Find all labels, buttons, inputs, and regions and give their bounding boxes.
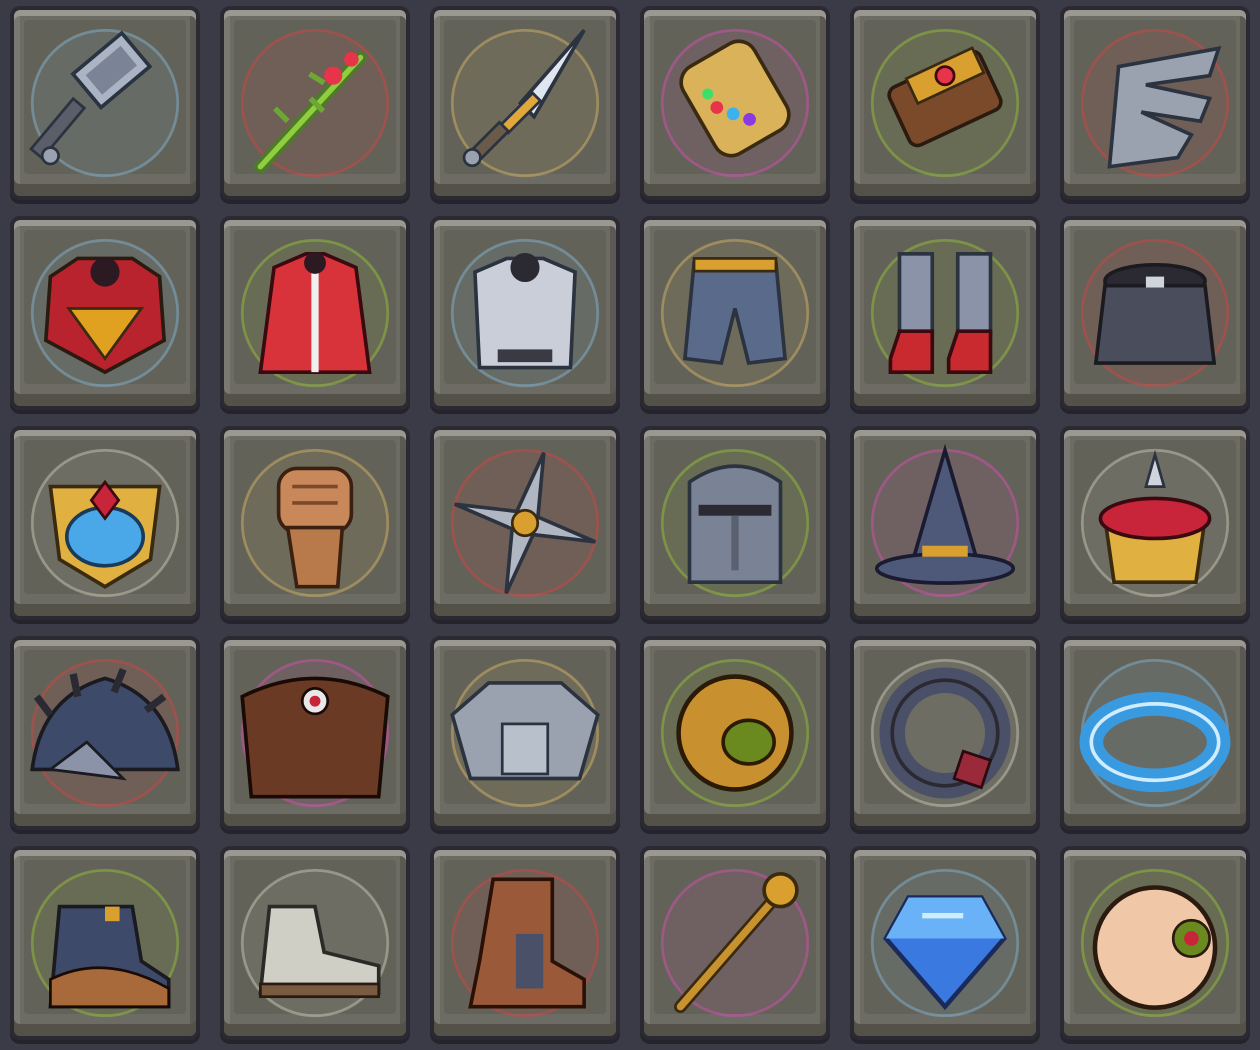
- inventory-slot[interactable]: [640, 216, 830, 410]
- inventory-slot[interactable]: [640, 846, 830, 1040]
- fist-icon: [224, 430, 406, 616]
- hero-chest-armor-icon: [14, 220, 196, 406]
- inventory-slot[interactable]: [220, 846, 410, 1040]
- golden-rune-ring-icon: [644, 640, 826, 826]
- inventory-slot[interactable]: [640, 636, 830, 830]
- inventory-slot[interactable]: [10, 636, 200, 830]
- inventory-slot[interactable]: [430, 636, 620, 830]
- gem-gauntlet-icon: [644, 10, 826, 196]
- inventory-slot[interactable]: [850, 846, 1040, 1040]
- inventory-slot[interactable]: [1060, 216, 1250, 410]
- inventory-slot[interactable]: [430, 426, 620, 620]
- red-boots-icon: [854, 220, 1036, 406]
- ruby-bracer-icon: [854, 10, 1036, 196]
- inventory-slot[interactable]: [220, 636, 410, 830]
- chain-skirt-icon: [1064, 220, 1246, 406]
- fur-boot-icon: [14, 850, 196, 1036]
- inventory-slot[interactable]: [1060, 426, 1250, 620]
- red-robe-icon: [224, 220, 406, 406]
- hammer-icon: [14, 10, 196, 196]
- inventory-slot[interactable]: [1060, 636, 1250, 830]
- inventory-slot[interactable]: [640, 426, 830, 620]
- blue-gem-icon: [854, 850, 1036, 1036]
- plate-armor-icon: [434, 640, 616, 826]
- inventory-slot[interactable]: [430, 846, 620, 1040]
- spiked-pauldron-icon: [14, 640, 196, 826]
- leather-boot-icon: [434, 850, 616, 1036]
- inventory-grid: [0, 0, 1260, 1050]
- chainmail-vest-icon: [434, 220, 616, 406]
- royal-amulet-icon: [14, 430, 196, 616]
- inventory-slot[interactable]: [10, 216, 200, 410]
- inventory-slot[interactable]: [850, 636, 1040, 830]
- shuriken-icon: [434, 430, 616, 616]
- inventory-slot[interactable]: [850, 216, 1040, 410]
- flaming-branch-staff-icon: [224, 10, 406, 196]
- inventory-slot[interactable]: [220, 6, 410, 200]
- ice-ring-icon: [1064, 640, 1246, 826]
- inventory-slot[interactable]: [850, 6, 1040, 200]
- inventory-slot[interactable]: [430, 216, 620, 410]
- white-shoe-icon: [224, 850, 406, 1036]
- inventory-slot[interactable]: [220, 426, 410, 620]
- fur-cloak-icon: [224, 640, 406, 826]
- inventory-slot[interactable]: [430, 6, 620, 200]
- dagger-icon: [434, 10, 616, 196]
- scepter-icon: [644, 850, 826, 1036]
- inventory-slot[interactable]: [10, 426, 200, 620]
- inventory-slot[interactable]: [10, 6, 200, 200]
- wizard-hat-icon: [854, 430, 1036, 616]
- eyeball-icon: [1064, 850, 1246, 1036]
- great-helm-icon: [644, 430, 826, 616]
- inventory-slot[interactable]: [640, 6, 830, 200]
- leather-pants-icon: [644, 220, 826, 406]
- gem-ring-icon: [854, 640, 1036, 826]
- inventory-slot[interactable]: [220, 216, 410, 410]
- inventory-slot[interactable]: [850, 426, 1040, 620]
- inventory-slot[interactable]: [1060, 6, 1250, 200]
- inventory-slot[interactable]: [10, 846, 200, 1040]
- inventory-slot[interactable]: [1060, 846, 1250, 1040]
- jeweled-crown-icon: [1064, 430, 1246, 616]
- steel-claw-icon: [1064, 10, 1246, 196]
